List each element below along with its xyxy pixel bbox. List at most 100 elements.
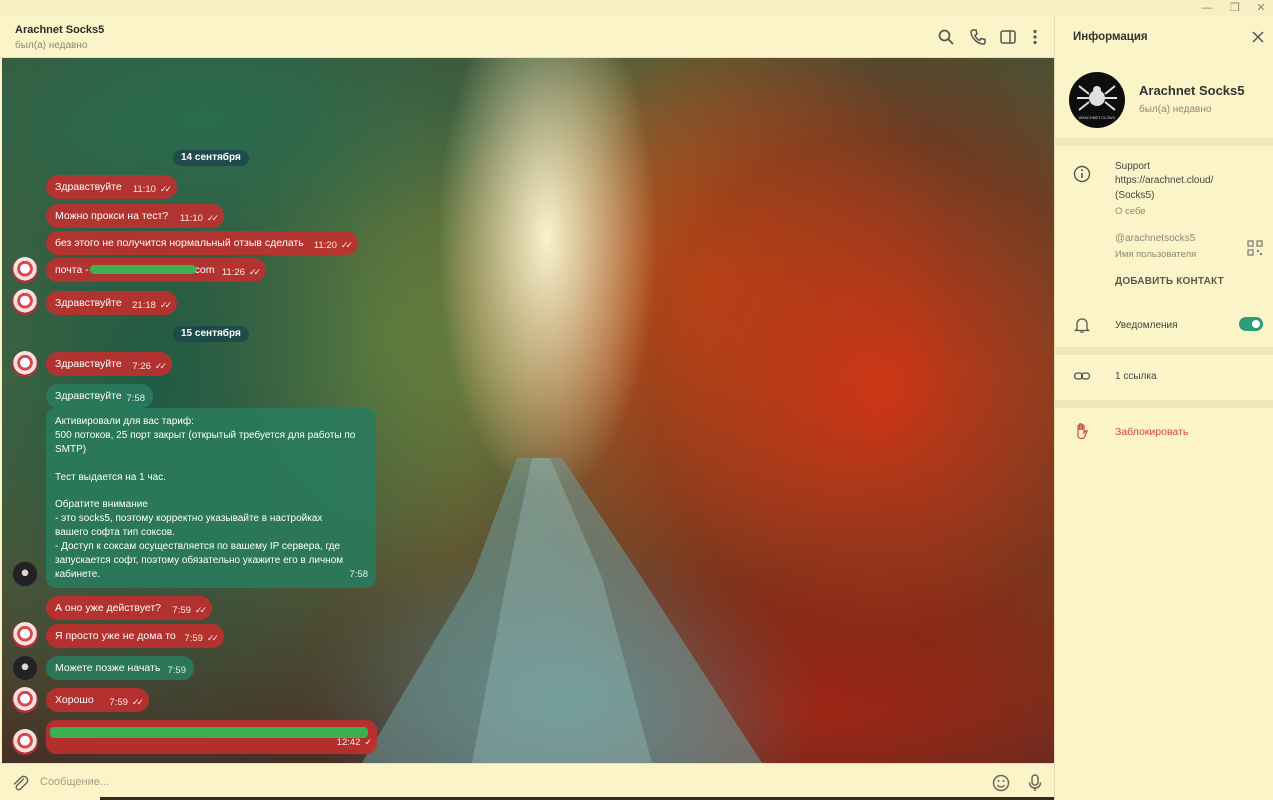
qr-code-icon[interactable] (1246, 239, 1264, 257)
message-outgoing[interactable]: Здравствуйте 11:10 ✓✓ (46, 175, 177, 199)
user-avatar[interactable] (12, 729, 38, 755)
more-vertical-icon[interactable] (1026, 28, 1044, 46)
message-text: Здравствуйте (55, 181, 122, 193)
message-line (55, 457, 367, 471)
message-meta: 11:10 ✓✓ (180, 209, 219, 228)
bio-line: https://arachnet.cloud/ (1115, 175, 1214, 187)
message-line: SMTP) (55, 443, 87, 455)
message-meta: 7:59 ✓✓ (172, 601, 207, 620)
close-window-button[interactable]: ✕ (1250, 0, 1272, 16)
section-divider (1055, 400, 1273, 408)
read-check-icon: ✓✓ (154, 361, 167, 371)
sent-check-icon: ✓ (364, 737, 371, 747)
phone-icon[interactable] (969, 28, 987, 46)
message-outgoing[interactable]: Я просто уже не дома то 7:59 ✓✓ (46, 624, 224, 648)
message-text: без этого не получится нормальный отзыв … (55, 237, 304, 249)
chat-header: Arachnet Socks5 был(а) недавно (0, 16, 1054, 58)
message-meta: 12:42 ✓ (336, 733, 372, 752)
message-time: 12:42 (336, 737, 361, 748)
user-avatar[interactable] (12, 289, 38, 315)
sidebar-toggle-icon[interactable] (999, 28, 1017, 46)
chat-status: был(а) недавно (15, 40, 88, 51)
read-check-icon: ✓✓ (131, 697, 144, 707)
read-check-icon: ✓✓ (194, 605, 207, 615)
message-incoming[interactable]: Можете позже начать 7:59 (46, 656, 194, 680)
read-check-icon: ✓✓ (340, 240, 353, 250)
bio-line: (Socks5) (1115, 189, 1155, 201)
search-icon[interactable] (937, 28, 955, 46)
info-circle-icon (1073, 165, 1091, 183)
info-panel: Информация ARACHNET.CLOUD Arachnet Socks… (1054, 16, 1273, 800)
read-check-icon: ✓✓ (159, 300, 172, 310)
block-user-button[interactable]: Заблокировать (1115, 426, 1188, 438)
profile-avatar[interactable]: ARACHNET.CLOUD (1069, 72, 1125, 128)
message-outgoing[interactable]: Можно прокси на тест? 11:10 ✓✓ (46, 204, 224, 228)
message-meta: 7:59 (168, 662, 187, 680)
bio-label: О себе (1115, 206, 1146, 217)
message-outgoing[interactable]: Здравствуйте 21:18 ✓✓ (46, 291, 177, 315)
message-outgoing[interactable]: 12:42 ✓ (46, 720, 377, 754)
bio-text[interactable]: Support https://arachnet.cloud/ (Socks5) (1115, 160, 1213, 203)
section-divider (1055, 138, 1273, 146)
message-text-suffix: com (194, 264, 215, 276)
message-outgoing[interactable]: без этого не получится нормальный отзыв … (46, 231, 358, 255)
message-line: кабинете. (55, 568, 101, 580)
add-contact-button[interactable]: ДОБАВИТЬ КОНТАКТ (1115, 276, 1224, 287)
minimize-button[interactable]: — (1196, 0, 1218, 16)
microphone-icon[interactable] (1025, 773, 1045, 793)
message-outgoing[interactable]: Хорошо 7:59 ✓✓ (46, 688, 149, 712)
message-meta: 11:26 ✓✓ (221, 263, 261, 282)
message-meta: 11:10 ✓✓ (133, 180, 172, 199)
message-time: 11:26 (221, 267, 245, 278)
notifications-toggle[interactable] (1239, 317, 1263, 331)
emoji-icon[interactable] (991, 773, 1011, 793)
username-text[interactable]: @arachnetsocks5 (1115, 233, 1195, 244)
message-time: 11:20 (313, 240, 337, 251)
message-meta: 7:59 ✓✓ (184, 629, 219, 648)
message-outgoing[interactable]: А оно уже действует? 7:59 ✓✓ (46, 596, 212, 620)
shared-links-item[interactable]: 1 ссылка (1115, 371, 1157, 382)
message-line: - Доступ к соксам осуществляется по ваше… (55, 541, 341, 553)
avatar-caption: ARACHNET.CLOUD (1078, 115, 1116, 120)
message-outgoing[interactable]: почта - com 11:26 ✓✓ (46, 258, 266, 282)
message-meta: 21:18 ✓✓ (132, 296, 172, 315)
date-separator: 15 сентября (173, 326, 249, 342)
message-text: Можно прокси на тест? (55, 210, 169, 222)
message-line: вашего софта тип соксов. (55, 527, 175, 539)
message-input[interactable] (40, 773, 940, 791)
window-titlebar: — ❐ ✕ (0, 0, 1273, 16)
date-separator: 14 сентября (173, 150, 249, 166)
read-check-icon: ✓✓ (159, 184, 172, 194)
message-time: 7:59 (184, 633, 203, 644)
message-line: запускается софт, поэтому обязательно ук… (55, 555, 344, 567)
user-avatar[interactable] (12, 351, 38, 377)
read-check-icon: ✓✓ (206, 633, 219, 643)
user-avatar[interactable] (12, 622, 38, 648)
message-text: Здравствуйте (55, 297, 122, 309)
message-text: Я просто уже не дома то (55, 630, 176, 642)
message-outgoing[interactable]: Здравствуйте 7:26 ✓✓ (46, 352, 172, 376)
bot-avatar[interactable] (12, 561, 38, 587)
user-avatar[interactable] (12, 257, 38, 283)
chat-title[interactable]: Arachnet Socks5 (15, 24, 104, 36)
username-label: Имя пользователя (1115, 249, 1197, 260)
bell-icon (1073, 316, 1091, 334)
message-text: Здравствуйте (55, 358, 122, 370)
message-time: 7:26 (132, 361, 151, 372)
maximize-button[interactable]: ❐ (1224, 0, 1246, 16)
message-meta: 7:26 ✓✓ (132, 357, 167, 376)
message-line: - это socks5, поэтому корректно указывай… (55, 513, 323, 525)
bot-avatar[interactable] (12, 655, 38, 681)
message-incoming-long[interactable]: Активировали для вас тариф: 500 потоков,… (46, 408, 376, 588)
message-line: Активировали для вас тариф: (55, 416, 194, 427)
message-line: 500 потоков, 25 порт закрыт (открытый тр… (55, 429, 356, 441)
user-avatar[interactable] (12, 687, 38, 713)
message-meta: 7:58 (127, 390, 146, 408)
toggle-knob (1250, 318, 1262, 330)
message-incoming[interactable]: Здравствуйте 7:58 (46, 384, 153, 408)
chat-messages-area[interactable]: 14 сентября Здравствуйте 11:10 ✓✓ Можно п… (2, 58, 1054, 763)
attach-icon[interactable] (10, 773, 30, 793)
redaction-mark (50, 727, 368, 738)
close-icon[interactable] (1251, 30, 1265, 44)
profile-name: Arachnet Socks5 (1139, 83, 1245, 98)
